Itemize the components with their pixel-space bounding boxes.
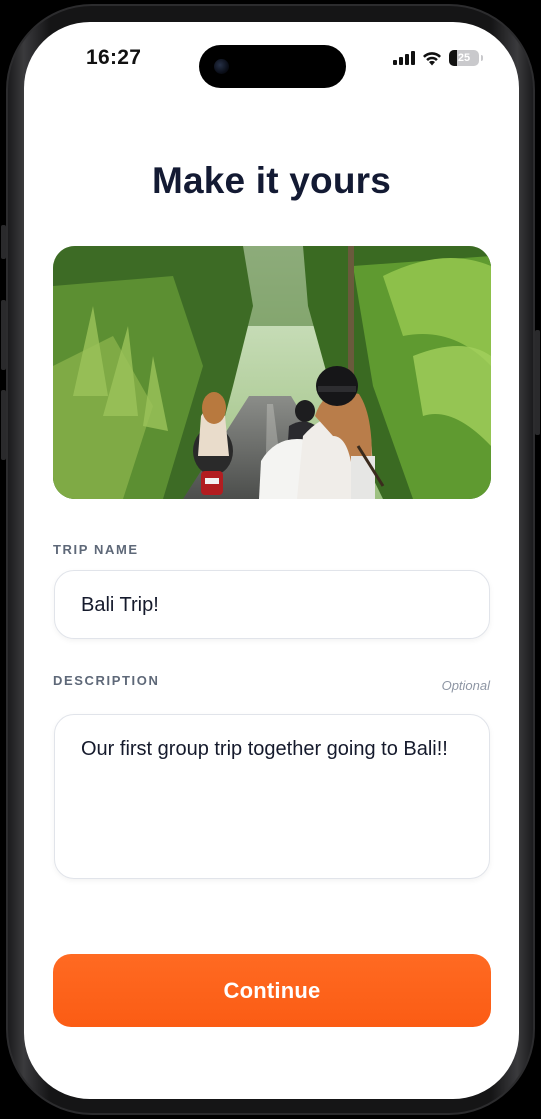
battery-fill	[449, 50, 457, 66]
action-button	[1, 225, 6, 259]
optional-label: Optional	[441, 678, 490, 693]
dynamic-island	[199, 45, 346, 88]
front-camera	[214, 59, 229, 74]
description-textarea[interactable]: Our first group trip together going to B…	[54, 714, 490, 879]
battery-percentage: 25	[457, 52, 471, 64]
continue-button[interactable]: Continue	[53, 954, 491, 1027]
status-icons: 25	[393, 48, 483, 68]
status-time: 16:27	[86, 46, 142, 69]
trip-cover-photo[interactable]	[53, 246, 491, 499]
battery-icon: 25	[449, 50, 483, 66]
volume-down-button	[1, 390, 6, 460]
trip-name-label: TRIP NAME	[53, 542, 139, 557]
wifi-icon	[423, 51, 441, 65]
description-label: DESCRIPTION	[53, 673, 160, 688]
volume-up-button	[1, 300, 6, 370]
trip-name-input[interactable]: Bali Trip!	[54, 570, 490, 639]
page-title: Make it yours	[151, 160, 392, 201]
power-button	[535, 330, 540, 435]
scooter-jungle-road-image	[53, 246, 491, 499]
cellular-signal-icon	[393, 51, 415, 65]
screen: 16:27 25 Make it yours TRIP NAME Bali Tr…	[24, 22, 519, 1099]
